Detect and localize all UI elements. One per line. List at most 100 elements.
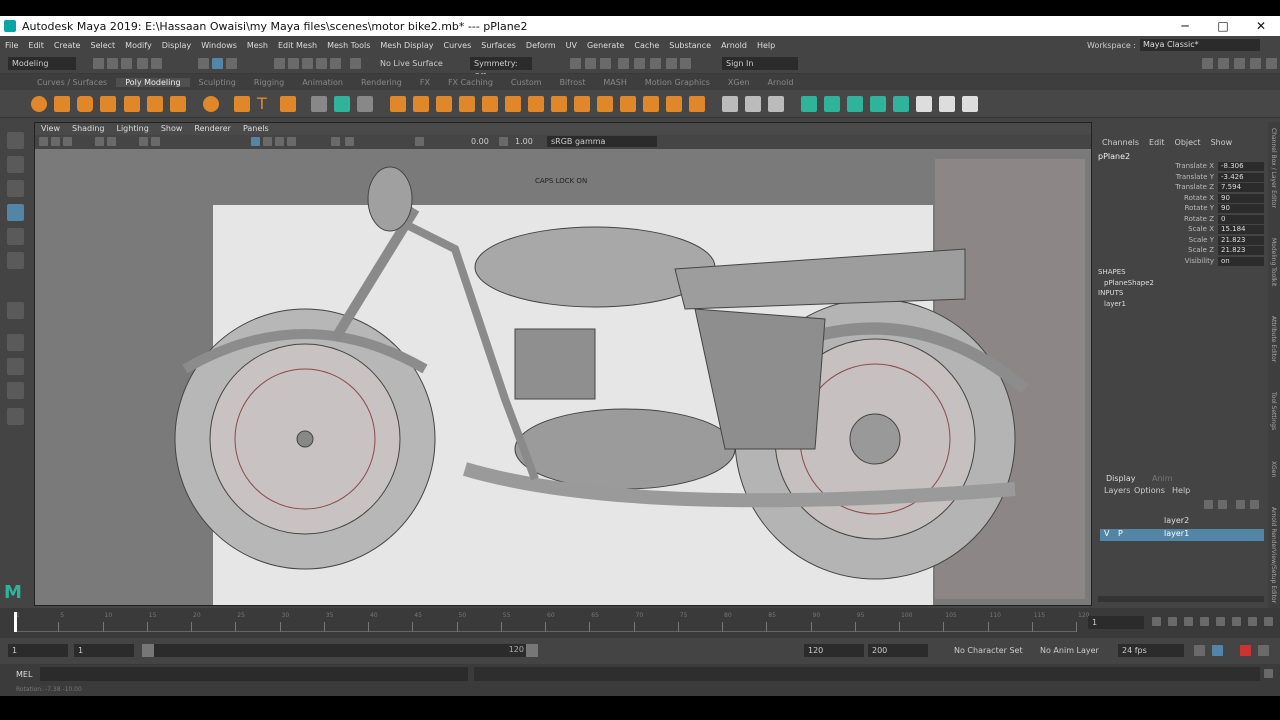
exposure-icon[interactable] xyxy=(415,137,424,146)
viewport-menu-lighting[interactable]: Lighting xyxy=(110,123,154,135)
shelf-tab-animation[interactable]: Animation xyxy=(293,78,352,87)
snap-live-icon[interactable] xyxy=(330,58,341,69)
channel-visibility[interactable]: Visibility on xyxy=(1094,256,1266,268)
mirror-icon[interactable] xyxy=(722,96,738,112)
channels-menu-show[interactable]: Show xyxy=(1211,138,1233,147)
super-shape-icon[interactable] xyxy=(234,96,250,112)
select-tool-icon[interactable] xyxy=(7,132,24,149)
layer-scrollbar[interactable] xyxy=(1098,596,1264,602)
channel-box-icon[interactable] xyxy=(1250,58,1261,69)
menu-edit-mesh[interactable]: Edit Mesh xyxy=(273,41,322,50)
menu-substance[interactable]: Substance xyxy=(664,41,716,50)
menu-arnold[interactable]: Arnold xyxy=(716,41,752,50)
layer-tab-anim[interactable]: Anim xyxy=(1152,474,1173,483)
current-time-marker[interactable] xyxy=(14,612,17,632)
shape-node[interactable]: pPlaneShape2 xyxy=(1104,279,1154,287)
insert-edge-loop-icon[interactable] xyxy=(551,96,567,112)
outliner-icon[interactable] xyxy=(7,408,24,425)
current-frame-field[interactable]: 1 xyxy=(1088,616,1144,629)
undo-icon[interactable] xyxy=(137,58,148,69)
channel-box-object-name[interactable]: pPlane2 xyxy=(1098,152,1130,161)
render-view-icon[interactable] xyxy=(634,58,645,69)
range-bar[interactable]: 120 xyxy=(142,644,538,657)
arnold-render-icon[interactable] xyxy=(650,58,661,69)
layer-row-layer1[interactable]: V P layer1 xyxy=(1100,529,1264,541)
time-ruler[interactable]: 1 5 10 15 20 25 30 35 40 45 50 55 60 65 70 75 80 85 90 95 10… xyxy=(14,610,1089,632)
channel-translate-z[interactable]: Translate Z 7.594 xyxy=(1094,183,1266,194)
spherical-uv-icon[interactable] xyxy=(847,96,863,112)
fill-hole-icon[interactable] xyxy=(505,96,521,112)
playback-start-field[interactable]: 1 xyxy=(74,644,134,657)
perspective-viewport[interactable]: View Shading Lighting Show Renderer Pane… xyxy=(34,122,1092,606)
save-scene-icon[interactable] xyxy=(121,58,132,69)
freeze-transform-icon[interactable] xyxy=(962,96,978,112)
textured-icon[interactable] xyxy=(263,137,272,146)
poly-torus-icon[interactable] xyxy=(124,96,140,112)
shelf-tab-xgen[interactable]: XGen xyxy=(719,78,759,87)
step-forward-key-icon[interactable] xyxy=(1248,617,1257,626)
select-component-icon[interactable] xyxy=(226,58,237,69)
time-slider[interactable]: 1 5 10 15 20 25 30 35 40 45 50 55 60 65 70 75 80 85 90 95 10… xyxy=(0,608,1280,638)
shelf-tab-rendering[interactable]: Rendering xyxy=(352,78,411,87)
side-tab-arnold[interactable]: Arnold RenderView/Setup Editor xyxy=(1270,507,1277,603)
shelf-tab-arnold[interactable]: Arnold xyxy=(759,78,803,87)
go-to-end-icon[interactable] xyxy=(1264,617,1273,626)
auto-key-icon[interactable] xyxy=(1212,645,1223,656)
snap-view-icon[interactable] xyxy=(316,58,327,69)
lasso-tool-icon[interactable] xyxy=(7,156,24,173)
four-view-layout-icon[interactable] xyxy=(7,334,24,351)
poly-cone-icon[interactable] xyxy=(100,96,116,112)
layer-menu-layers[interactable]: Layers xyxy=(1104,486,1130,495)
layer-menu-help[interactable]: Help xyxy=(1172,486,1190,495)
channel-rotate-x[interactable]: Rotate X 90 xyxy=(1094,193,1266,205)
merge-icon[interactable] xyxy=(689,96,705,112)
shelf-tab-fx-caching[interactable]: FX Caching xyxy=(439,78,502,87)
layer-name[interactable]: layer1 xyxy=(1164,529,1189,538)
camera-attributes-icon[interactable] xyxy=(51,137,60,146)
maximize-button[interactable]: □ xyxy=(1204,16,1242,36)
layer-visibility-toggle[interactable]: V xyxy=(1104,529,1109,538)
poly-plane-icon[interactable] xyxy=(147,96,163,112)
viewport-menu-show[interactable]: Show xyxy=(155,123,189,135)
channel-scale-y[interactable]: Scale Y 21.823 xyxy=(1094,235,1266,247)
workspace-dropdown[interactable]: Maya Classic* xyxy=(1140,39,1260,51)
viewport-menu-panels[interactable]: Panels xyxy=(237,123,275,135)
combine-icon[interactable] xyxy=(311,96,327,112)
move-layer-down-icon[interactable] xyxy=(1218,500,1227,509)
channel-rotate-y[interactable]: Rotate Y 90 xyxy=(1094,204,1266,215)
offset-edge-loop-icon[interactable] xyxy=(574,96,590,112)
shelf-tab-sculpting[interactable]: Sculpting xyxy=(190,78,245,87)
fps-dropdown[interactable]: 24 fps xyxy=(1118,644,1184,657)
settings-icon[interactable] xyxy=(1258,645,1269,656)
shelf-tab-rigging[interactable]: Rigging xyxy=(245,78,293,87)
sign-in-dropdown[interactable]: Sign In xyxy=(722,57,798,70)
select-hierarchy-icon[interactable] xyxy=(198,58,209,69)
shelf-tab-fx[interactable]: FX xyxy=(411,78,439,87)
side-tab-channel-box[interactable]: Channel Box / Layer Editor xyxy=(1270,128,1277,208)
channel-rotate-z[interactable]: Rotate Z0 xyxy=(1094,214,1266,226)
scale-tool-icon[interactable] xyxy=(7,204,24,221)
poly-cube-icon[interactable] xyxy=(54,96,70,112)
menu-uv[interactable]: UV xyxy=(561,41,582,50)
range-start-handle[interactable] xyxy=(142,644,154,657)
menu-windows[interactable]: Windows xyxy=(196,41,242,50)
menu-select[interactable]: Select xyxy=(85,41,120,50)
attribute-editor-icon[interactable] xyxy=(1218,58,1229,69)
film-gate-icon[interactable] xyxy=(107,137,116,146)
new-layer-icon[interactable] xyxy=(1236,500,1245,509)
paint-select-icon[interactable] xyxy=(7,180,24,197)
menu-display[interactable]: Display xyxy=(157,41,197,50)
snap-grid-icon[interactable] xyxy=(274,58,285,69)
gamma-icon[interactable] xyxy=(499,137,508,146)
layer-name[interactable]: layer2 xyxy=(1164,516,1189,525)
bridge-icon[interactable] xyxy=(436,96,452,112)
grid-toggle-icon[interactable] xyxy=(95,137,104,146)
smooth-shade-icon[interactable] xyxy=(151,137,160,146)
poly-cylinder-icon[interactable] xyxy=(77,96,93,112)
modeling-toolkit-icon[interactable] xyxy=(1202,58,1213,69)
mel-label[interactable]: MEL xyxy=(16,670,32,679)
channel-scale-z[interactable]: Scale Z 21.823 xyxy=(1094,246,1266,257)
symmetry-dropdown[interactable]: Symmetry: Off xyxy=(470,57,532,81)
colorspace-dropdown[interactable]: sRGB gamma xyxy=(547,136,657,147)
planar-uv-icon[interactable] xyxy=(801,96,817,112)
